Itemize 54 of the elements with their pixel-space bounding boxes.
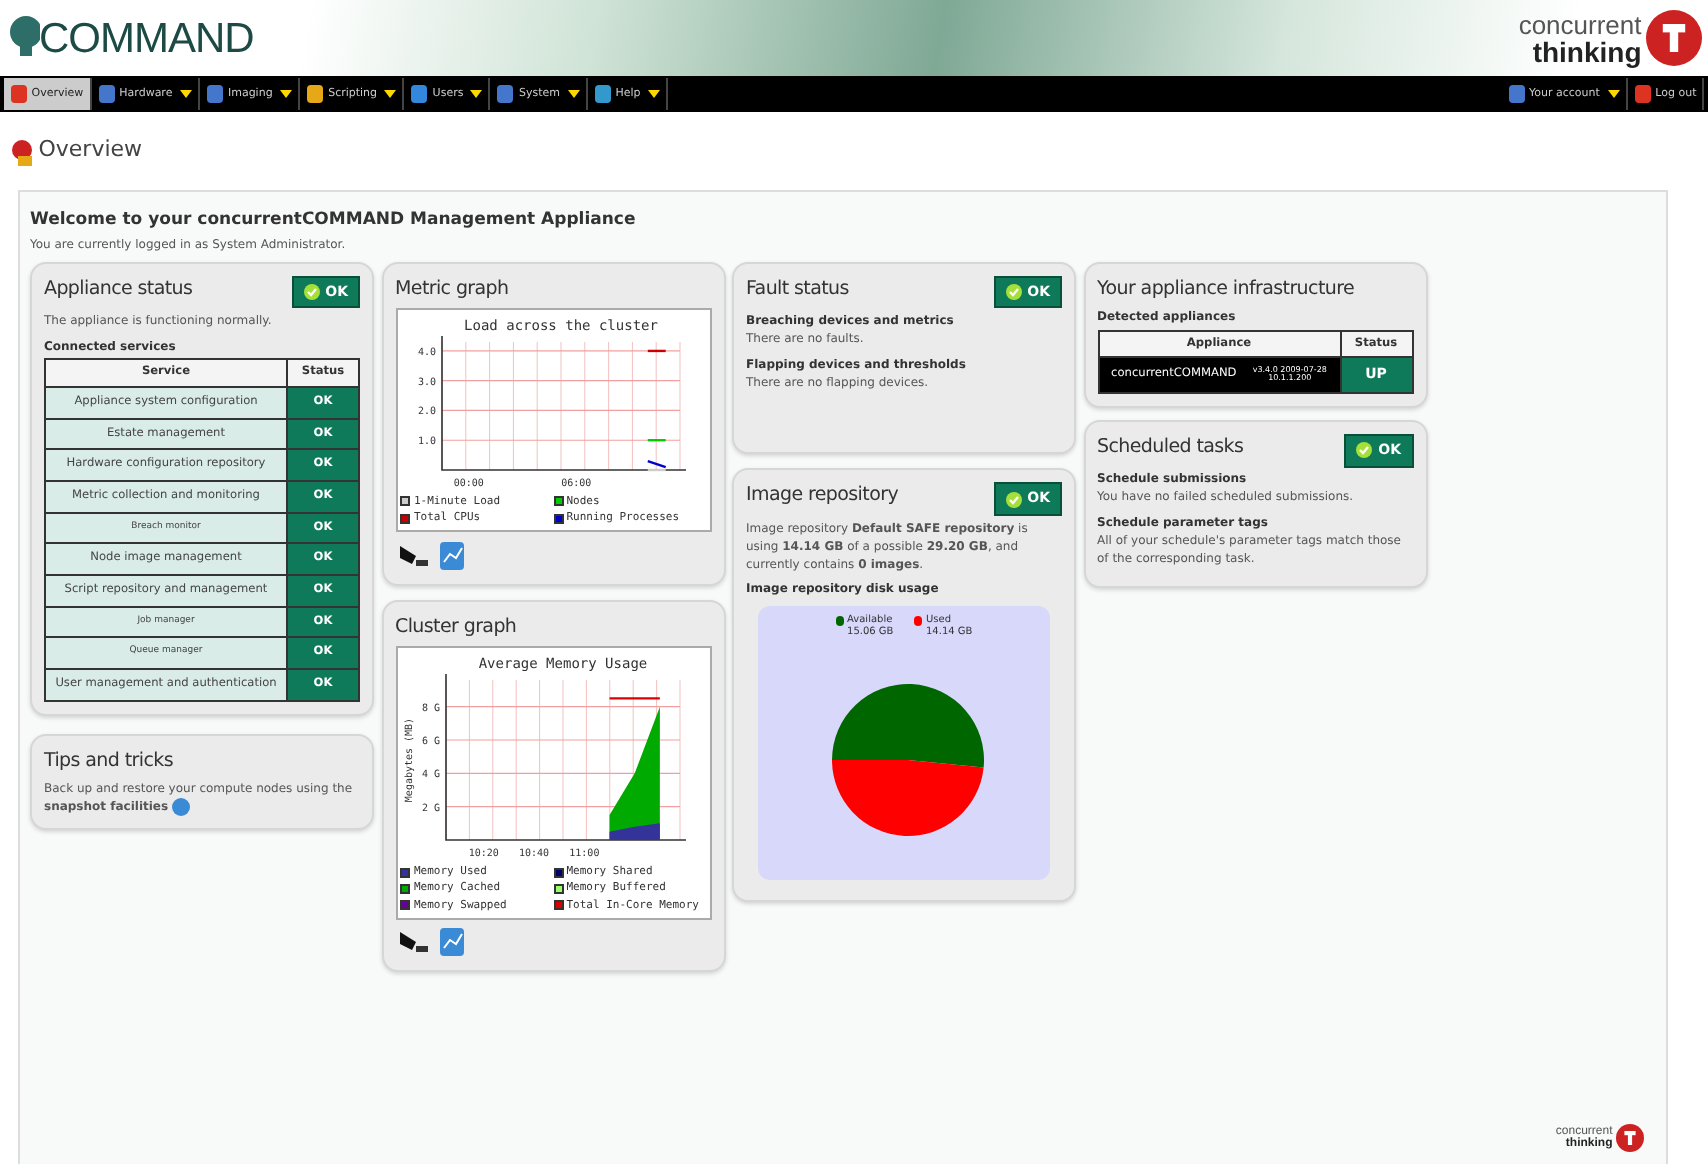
- menu-icon: [205, 84, 224, 104]
- panel-title: Fault status: [746, 275, 849, 304]
- menu-icon: [496, 84, 515, 104]
- menu-icon: [306, 84, 325, 104]
- series-line: [646, 438, 665, 441]
- legend-swatch: [400, 496, 411, 507]
- overview-icon: [7, 137, 35, 165]
- caret-icon: [179, 90, 192, 98]
- legend-swatch: [400, 883, 411, 894]
- check-icon: [1356, 442, 1373, 459]
- panel-title: Metric graph: [395, 275, 509, 304]
- caret-icon: [280, 90, 293, 98]
- panel-title: Your appliance infrastructure: [1097, 275, 1355, 304]
- legend-swatch: [553, 867, 563, 878]
- panel-title: Image repository: [746, 482, 899, 511]
- menu-icon: [410, 84, 429, 104]
- caret-icon: [1607, 90, 1620, 98]
- brand-logo-icon: [1616, 1124, 1644, 1152]
- caret-icon: [648, 90, 661, 98]
- brand-text: thinking: [1530, 37, 1642, 65]
- panel-title: Tips and tricks: [44, 748, 173, 777]
- menu-icon: [1633, 84, 1652, 104]
- check-icon: [1005, 284, 1022, 300]
- menu-icon: [9, 84, 28, 104]
- brand-text: concurrent: [1518, 11, 1642, 37]
- legend-swatch: [553, 496, 563, 507]
- legend-swatch: [553, 900, 563, 911]
- caret-icon: [470, 90, 483, 98]
- chart-icon: [437, 926, 466, 958]
- chart-icon: [437, 539, 466, 571]
- logo-icon: [7, 14, 39, 62]
- legend-swatch: [400, 867, 411, 878]
- check-icon: [303, 284, 320, 300]
- legend-swatch: [553, 883, 563, 894]
- legend-swatch: [400, 513, 411, 524]
- caret-icon: [567, 90, 580, 98]
- plug-icon: [398, 926, 431, 958]
- caret-icon: [384, 90, 397, 98]
- product-logo: COMMAND: [39, 17, 254, 59]
- series-line: [646, 349, 665, 352]
- series-line: [608, 697, 659, 700]
- menu-icon: [1507, 84, 1525, 104]
- page-title: Overview: [38, 134, 143, 167]
- help-icon: [172, 798, 191, 817]
- welcome-title: Welcome to your concurrentCOMMAND Management Appliance: [30, 207, 638, 233]
- panel-title: Scheduled tasks: [1097, 434, 1244, 463]
- menu-icon: [97, 84, 116, 104]
- check-icon: [1005, 491, 1022, 507]
- legend-swatch: [400, 900, 411, 911]
- brand-logo-icon: [1645, 10, 1701, 66]
- panel-title: Cluster graph: [395, 614, 517, 642]
- menu-icon: [593, 84, 612, 104]
- legend-swatch: [553, 513, 563, 524]
- panel-title: Appliance status: [44, 275, 193, 304]
